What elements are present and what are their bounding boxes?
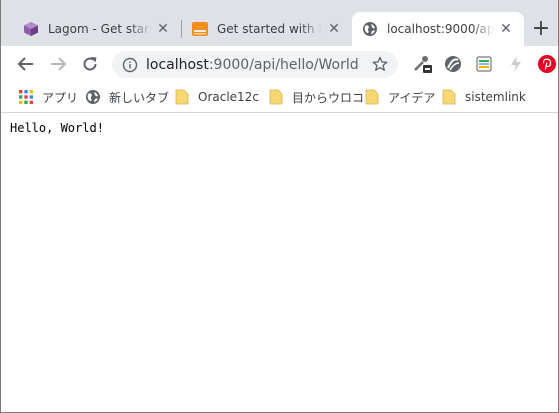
tab-strip: Lagom - Get started ✕ Get started with L… (1, 0, 558, 46)
back-button[interactable] (14, 52, 38, 76)
browser-window: Lagom - Get started ✕ Get started with L… (0, 0, 559, 413)
url-text[interactable]: localhost:9000/api/hello/World (146, 57, 359, 73)
close-icon[interactable]: ✕ (155, 21, 171, 37)
eyedropper-extension-button[interactable] (410, 52, 434, 76)
bookmark-label: 目からウロコ (292, 90, 365, 105)
bookmark-new-tab[interactable]: 新しいタブ (85, 87, 169, 107)
tab-title: Get started with Lig (217, 22, 322, 36)
url-host: localhost (146, 56, 209, 73)
close-icon[interactable]: ✕ (326, 21, 342, 37)
folder-icon (174, 89, 190, 105)
bookmark-label: sistemlink (465, 90, 526, 104)
page-content: Hello, World! (1, 113, 558, 412)
arrow-right-icon (51, 57, 67, 71)
tab-title: localhost:9000/api/h (387, 22, 494, 36)
bookmark-star-icon[interactable] (372, 56, 388, 72)
bookmark-label: Oracle12c (198, 90, 259, 104)
bookmark-oracle12c[interactable]: Oracle12c (174, 87, 259, 107)
bookmark-mekara-uroko[interactable]: 目からウロコ (268, 87, 364, 107)
folder-icon (441, 89, 457, 105)
arrow-left-icon (17, 57, 33, 71)
tab-title: Lagom - Get started (48, 22, 151, 36)
close-icon[interactable]: ✕ (498, 21, 514, 37)
toolbar: localhost:9000/api/hello/World (1, 46, 558, 83)
reload-icon (83, 57, 97, 71)
spreadsheet-icon (476, 56, 492, 72)
url-path: :9000/api/hello/World (208, 56, 359, 73)
extension-circle-icon (445, 56, 461, 72)
tab-localhost-active[interactable]: localhost:9000/api/h ✕ (352, 12, 524, 46)
tab-lagom[interactable]: Lagom - Get started ✕ (13, 12, 181, 46)
circle-extension-button[interactable] (441, 52, 465, 76)
lagom-cube-icon (23, 21, 39, 37)
folder-icon (268, 89, 284, 105)
bookmark-label: アイデア (388, 90, 436, 105)
new-tab-button[interactable]: + (530, 18, 552, 40)
bookmark-idea[interactable]: アイデア (364, 87, 435, 107)
bookmarks-bar: アプリ 新しいタブ Oracle12c 目からウロコ アイデア sistemli… (1, 83, 558, 113)
bookmark-sistemlink[interactable]: sistemlink (441, 87, 526, 107)
lightning-icon (511, 56, 521, 72)
reload-button[interactable] (78, 52, 102, 76)
lightbend-icon (192, 21, 208, 37)
bookmark-apps[interactable]: アプリ (18, 87, 78, 107)
info-icon[interactable] (122, 57, 138, 73)
eyedropper-icon (414, 56, 432, 73)
response-text: Hello, World! (10, 121, 104, 135)
apps-grid-icon (18, 89, 34, 105)
pinterest-extension-button[interactable] (535, 52, 558, 76)
globe-icon (362, 21, 378, 37)
sheets-extension-button[interactable] (472, 52, 496, 76)
bookmark-label: アプリ (42, 90, 79, 105)
bookmark-label: 新しいタブ (109, 90, 170, 105)
bolt-extension-button[interactable] (504, 52, 528, 76)
tab-lightbend[interactable]: Get started with Lig ✕ (182, 12, 352, 46)
folder-icon (364, 89, 380, 105)
globe-icon (85, 89, 101, 105)
forward-button[interactable] (46, 52, 70, 76)
address-bar[interactable]: localhost:9000/api/hello/World (112, 51, 398, 78)
pinterest-icon (538, 55, 556, 73)
